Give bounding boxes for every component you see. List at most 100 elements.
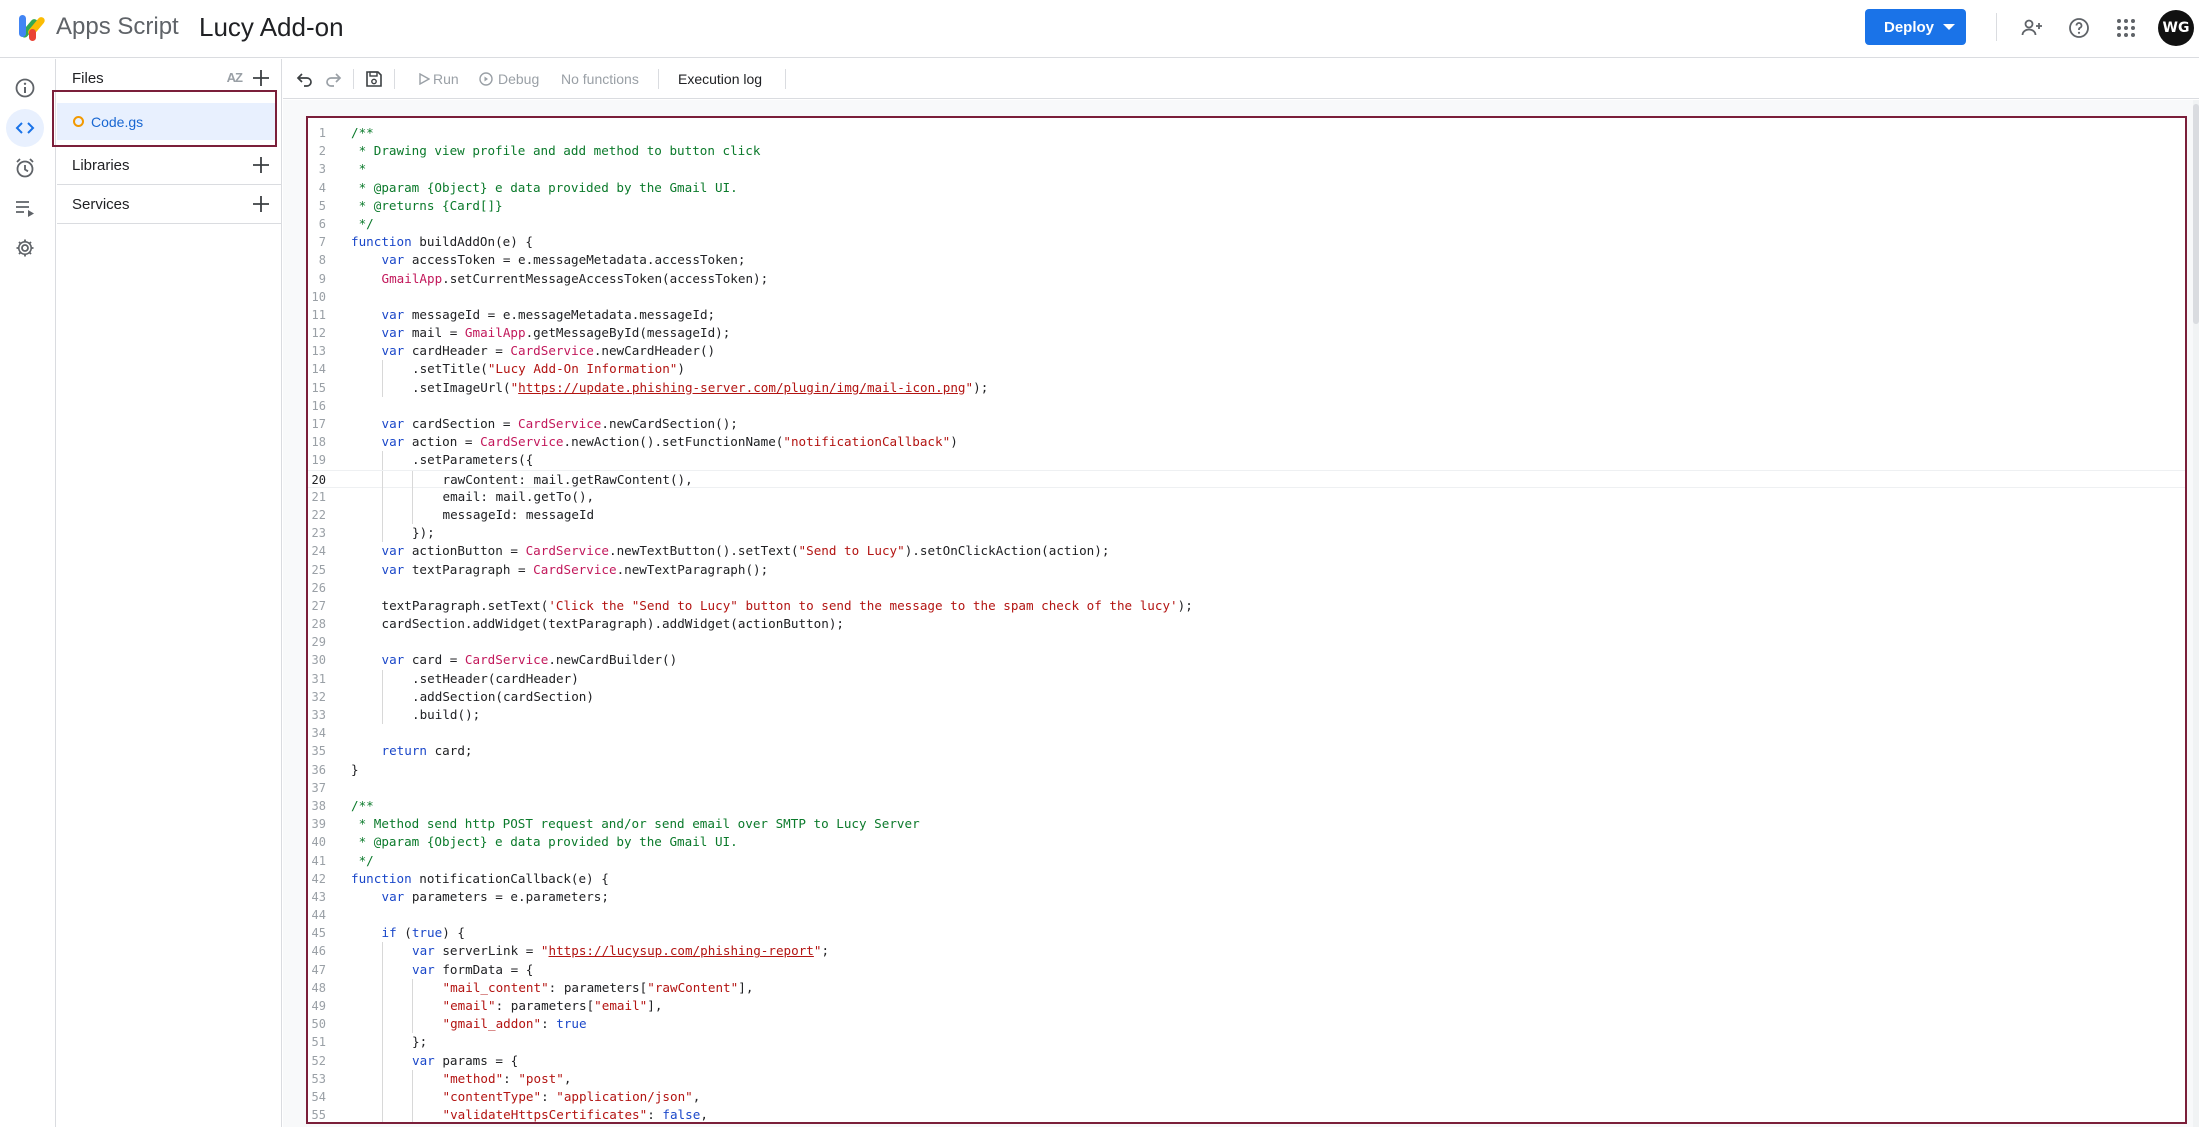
- code-line[interactable]: 28 cardSection.addWidget(textParagraph).a…: [308, 615, 2185, 633]
- code-line[interactable]: 4 * @param {Object} e data provided by t…: [308, 179, 2185, 197]
- code-line[interactable]: 50 "gmail_addon": true: [308, 1015, 2185, 1034]
- apps-script-logo-icon[interactable]: [16, 11, 50, 43]
- code-token: cardSection.addWidget(textParagraph).add…: [381, 616, 845, 632]
- redo-icon[interactable]: [322, 68, 344, 90]
- execution-log-button[interactable]: Execution log: [678, 71, 762, 87]
- run-icon[interactable]: [413, 68, 435, 90]
- code-token: rawContent: mail.getRawContent(),: [442, 471, 693, 487]
- code-line[interactable]: 20 rawContent: mail.getRawContent(),: [308, 469, 2185, 489]
- project-title[interactable]: Lucy Add-on: [199, 12, 344, 43]
- indent-guide: [412, 1087, 413, 1107]
- code-editor[interactable]: 1 /** 2 * Drawing view profile and add met…: [306, 116, 2187, 1124]
- code-line[interactable]: 33 .build();: [308, 706, 2185, 725]
- executions-icon[interactable]: [6, 189, 44, 227]
- code-token: "email": [442, 998, 496, 1013]
- code-token: notificationCallback(e) {: [411, 870, 609, 886]
- code-text: var actionButton = CardService.newTextBu…: [382, 542, 1110, 560]
- debug-icon[interactable]: [475, 68, 497, 90]
- code-line[interactable]: 25 var textParagraph = CardService.newTex…: [308, 561, 2185, 579]
- apps-grid-icon[interactable]: [2110, 12, 2142, 44]
- code-line[interactable]: 1 /**: [308, 124, 2185, 142]
- code-line[interactable]: 40 * @param {Object} e data provided by …: [308, 833, 2185, 851]
- app-name[interactable]: Apps Script: [56, 13, 179, 41]
- code-line[interactable]: 27 textParagraph.setText('Click the "Send…: [308, 597, 2185, 615]
- code-token: .setTitle(: [412, 361, 488, 377]
- code-line[interactable]: 54 "contentType": "application/json",: [308, 1087, 2185, 1107]
- code-line[interactable]: 31 .setHeader(cardHeader): [308, 669, 2185, 688]
- code-line[interactable]: 51};: [308, 1033, 2185, 1052]
- code-token: .newCardSection();: [601, 416, 738, 431]
- code-line[interactable]: 34: [308, 724, 2185, 742]
- code-line[interactable]: 49 "email": parameters["email"],: [308, 997, 2185, 1016]
- code-lines[interactable]: 1 /** 2 * Drawing view profile and add met…: [308, 124, 2185, 1122]
- code-text: * @returns {Card[]}: [351, 197, 503, 215]
- code-line[interactable]: 55 "validateHttpsCertificates": false,: [308, 1106, 2185, 1122]
- avatar[interactable]: WG: [2158, 10, 2194, 46]
- code-line[interactable]: 11 var messageId = e.messageMetadata.mess…: [308, 306, 2185, 324]
- add-file-icon[interactable]: [250, 67, 272, 89]
- code-line[interactable]: 16: [308, 397, 2185, 415]
- editor-icon[interactable]: [6, 109, 44, 147]
- debug-button[interactable]: Debug: [498, 71, 539, 87]
- code-line[interactable]: 6 */: [308, 215, 2185, 233]
- undo-icon[interactable]: [294, 68, 316, 90]
- code-line[interactable]: 13 var cardHeader = CardService.newCardHe…: [308, 342, 2185, 360]
- code-line[interactable]: 15 .setImageUrl("https://update.phishing-…: [308, 378, 2185, 397]
- add-person-icon[interactable]: [2016, 12, 2048, 44]
- code-line[interactable]: 44: [308, 906, 2185, 924]
- code-line[interactable]: 22 messageId: messageId: [308, 505, 2185, 525]
- function-select[interactable]: No functions: [561, 71, 639, 87]
- code-line[interactable]: 46 var serverLink = "https://lucysup.com/…: [308, 942, 2185, 961]
- code-line[interactable]: 47 var formData = {: [308, 960, 2185, 979]
- editor-scrollbar-thumb[interactable]: [2193, 104, 2199, 324]
- code-line[interactable]: 30 var card = CardService.newCardBuilder(…: [308, 651, 2185, 669]
- code-line[interactable]: 10: [308, 288, 2185, 306]
- code-line[interactable]: 38 /**: [308, 797, 2185, 815]
- code-token: ;: [821, 943, 830, 959]
- code-line[interactable]: 45 if (true) {: [308, 924, 2185, 942]
- code-text: textParagraph.setText('Click the "Send t…: [382, 597, 1193, 615]
- deploy-button[interactable]: Deploy: [1865, 9, 1966, 45]
- code-line[interactable]: 37: [308, 779, 2185, 797]
- file-item-code-gs[interactable]: Code.gs: [57, 103, 277, 140]
- code-line[interactable]: 9 GmailApp.setCurrentMessageAccessToken(a…: [308, 270, 2185, 288]
- triggers-icon[interactable]: [6, 149, 44, 187]
- add-library-icon[interactable]: [250, 154, 272, 176]
- code-line[interactable]: 48 "mail_content": parameters["rawContent…: [308, 978, 2185, 997]
- save-icon[interactable]: [363, 68, 385, 90]
- code-line[interactable]: 53 "method": "post",: [308, 1069, 2185, 1088]
- code-line[interactable]: 3 *: [308, 160, 2185, 178]
- code-line[interactable]: 19 .setParameters({: [308, 451, 2185, 470]
- run-button[interactable]: Run: [433, 71, 459, 87]
- line-number: 42: [311, 871, 326, 886]
- code-line[interactable]: 32 .addSection(cardSection): [308, 687, 2185, 706]
- code-line[interactable]: 23});: [308, 524, 2185, 543]
- code-line[interactable]: 24 var actionButton = CardService.newText…: [308, 542, 2185, 560]
- settings-icon[interactable]: [6, 229, 44, 267]
- line-number: 52: [311, 1053, 326, 1068]
- code-line[interactable]: 52 var params = {: [308, 1051, 2185, 1070]
- files-header: Files AZ: [57, 59, 282, 97]
- code-line[interactable]: 41 */: [308, 852, 2185, 870]
- code-line[interactable]: 39 * Method send http POST request and/o…: [308, 815, 2185, 833]
- code-line[interactable]: 8 var accessToken = e.messageMetadata.acc…: [308, 251, 2185, 269]
- add-service-icon[interactable]: [250, 193, 272, 215]
- code-line[interactable]: 21 email: mail.getTo(),: [308, 487, 2185, 506]
- code-line[interactable]: 18 var action = CardService.newAction().s…: [308, 433, 2185, 451]
- code-line[interactable]: 35 return card;: [308, 742, 2185, 760]
- overview-icon[interactable]: [6, 69, 44, 107]
- code-line[interactable]: 26: [308, 579, 2185, 597]
- code-line[interactable]: 2 * Drawing view profile and add method …: [308, 142, 2185, 160]
- code-line[interactable]: 36}: [308, 761, 2185, 779]
- code-line[interactable]: 7 function buildAddOn(e) {: [308, 233, 2185, 251]
- help-icon[interactable]: [2063, 12, 2095, 44]
- code-line[interactable]: 12 var mail = GmailApp.getMessageById(mes…: [308, 324, 2185, 342]
- code-line[interactable]: 14 .setTitle("Lucy Add-On Information"): [308, 360, 2185, 379]
- code-line[interactable]: 43 var parameters = e.parameters;: [308, 888, 2185, 906]
- code-line[interactable]: 42 function notificationCallback(e) {: [308, 870, 2185, 888]
- chevron-down-icon[interactable]: [1943, 24, 1955, 30]
- code-line[interactable]: 29: [308, 633, 2185, 651]
- sort-az-icon[interactable]: AZ: [227, 70, 243, 85]
- code-line[interactable]: 5 * @returns {Card[]}: [308, 197, 2185, 215]
- code-line[interactable]: 17 var cardSection = CardService.newCardS…: [308, 415, 2185, 433]
